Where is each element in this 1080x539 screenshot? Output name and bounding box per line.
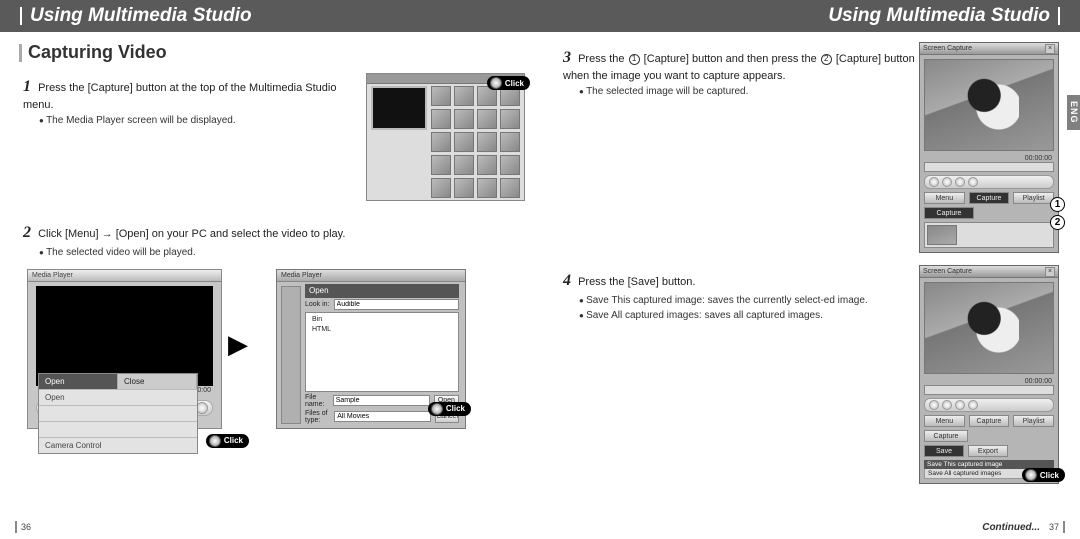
step-text: Click [Menu] → [Open] on your PC and sel… [38,228,345,240]
media-player-screenshot: Media Player 00:00:00 Open Close O [27,269,222,429]
step-2: 2 Click [Menu] → [Open] on your PC and s… [23,223,525,259]
click-badge: Click [206,434,249,448]
multimedia-studio-screenshot: Click [366,73,525,201]
capture-button-1[interactable]: Capture [969,192,1010,204]
step-bullet: Save All captured images: saves all capt… [579,309,919,322]
export-button[interactable]: Export [968,445,1008,457]
capture-button-2[interactable]: Capture [924,430,968,442]
open-dialog-header: Open [305,284,459,298]
screencap-title: Screen Capture [923,45,972,52]
step-text: Press the [Capture] button at the top of… [23,82,336,111]
prev-button[interactable] [955,400,965,410]
marker-1: 1 [1050,197,1065,212]
step-number: 2 [23,224,31,241]
menu-item[interactable] [39,421,197,437]
page-left: Using Multimedia Studio Capturing Video … [0,0,540,539]
step-text-part: Press the [578,53,628,65]
seek-bar[interactable] [924,385,1054,395]
language-tab: ENG [1067,95,1080,130]
file-item[interactable]: Bin [312,316,452,323]
marker-2: 2 [1050,215,1065,230]
page-number-left: 36 [15,521,31,533]
section-heading: Capturing Video [19,42,525,63]
header-bar-right: Using Multimedia Studio [540,0,1080,32]
filetype-field[interactable] [334,411,431,422]
screen-capture-screenshot-1: Screen Capture × 00:00:00 Menu Captu [919,42,1059,253]
step-number: 4 [563,272,571,289]
filetype-label: Files of type: [305,410,330,424]
menu-button[interactable]: Menu [924,192,965,204]
click-badge: Click [1022,468,1065,482]
step-bullet: The selected video will be played. [39,246,525,259]
menu-close-item[interactable]: Close [118,374,197,389]
video-preview [924,59,1054,151]
filename-field[interactable] [333,395,430,406]
header-title: Using Multimedia Studio [30,5,252,27]
transport-controls [924,398,1054,412]
header-title: Using Multimedia Studio [828,5,1050,27]
timecode: 00:00:00 [926,155,1052,162]
menu-popup: Open Close Open Camera Control [38,373,198,454]
page-number-right: 37 [1049,521,1065,533]
step-text-part: [Capture] button and then press the [641,53,820,65]
media-player-title: Media Player [28,270,221,282]
step-1: 1 Press the [Capture] button at the top … [23,77,356,127]
menu-item[interactable]: Camera Control [39,437,197,453]
media-player-screen [36,286,213,386]
seek-bar[interactable] [924,162,1054,172]
step-text: Press the [Save] button. [578,276,695,288]
step-bullet: Save This captured image: saves the curr… [579,294,919,307]
menu-button[interactable]: Menu [924,415,965,427]
screencap-title: Screen Capture [923,268,972,275]
play-button[interactable] [929,177,939,187]
marker-2-inline: 2 [821,54,832,65]
filename-label: File name: [305,394,329,408]
open-dialog-screenshot: Media Player Open Look in: Bin HTML File… [276,269,466,429]
menu-open-highlight[interactable]: Open [39,374,118,389]
capture-button-2[interactable]: Capture [924,207,974,219]
marker-1-inline: 1 [629,54,640,65]
lookin-label: Look in: [305,301,330,308]
timecode: 00:00:00 [926,378,1052,385]
header-bar-left: Using Multimedia Studio [0,0,540,32]
step-bullet: The selected image will be captured. [579,85,919,98]
section-title: Capturing Video [28,42,167,63]
save-button[interactable]: Save [924,445,964,457]
click-badge: Click [428,402,471,416]
stop-button[interactable] [942,177,952,187]
lookin-field[interactable] [334,299,459,310]
page-right: Using Multimedia Studio ENG 3 Press the … [540,0,1080,539]
thumbnail[interactable] [927,225,957,245]
playlist-button[interactable]: Playlist [1013,192,1054,204]
capture-button[interactable]: Capture [969,415,1010,427]
video-preview [924,282,1054,374]
step-3: 3 Press the 1 [Capture] button and then … [563,48,919,98]
close-icon[interactable]: × [1045,44,1055,54]
step-number: 3 [563,49,571,66]
next-button[interactable] [968,177,978,187]
arrow-right-icon: ▶ [228,329,248,360]
continued-label: Continued... [982,522,1040,533]
playlist-button[interactable]: Playlist [1013,415,1054,427]
prev-button[interactable] [955,177,965,187]
open-dialog-title: Media Player [277,270,465,282]
screen-capture-screenshot-2: Screen Capture × 00:00:00 Menu Captu [919,265,1059,484]
captured-thumbnails [924,222,1054,248]
play-button[interactable] [929,400,939,410]
stop-button[interactable] [942,400,952,410]
next-button[interactable] [968,400,978,410]
step-4: 4 Press the [Save] button. Save This cap… [563,271,919,322]
menu-item[interactable] [39,405,197,421]
transport-controls [924,175,1054,189]
close-icon[interactable]: × [1045,267,1055,277]
file-item[interactable]: HTML [312,326,452,333]
menu-item[interactable]: Open [39,389,197,405]
step-bullet: The Media Player screen will be displaye… [39,114,356,127]
step-number: 1 [23,78,31,95]
click-badge: Click [487,76,530,90]
